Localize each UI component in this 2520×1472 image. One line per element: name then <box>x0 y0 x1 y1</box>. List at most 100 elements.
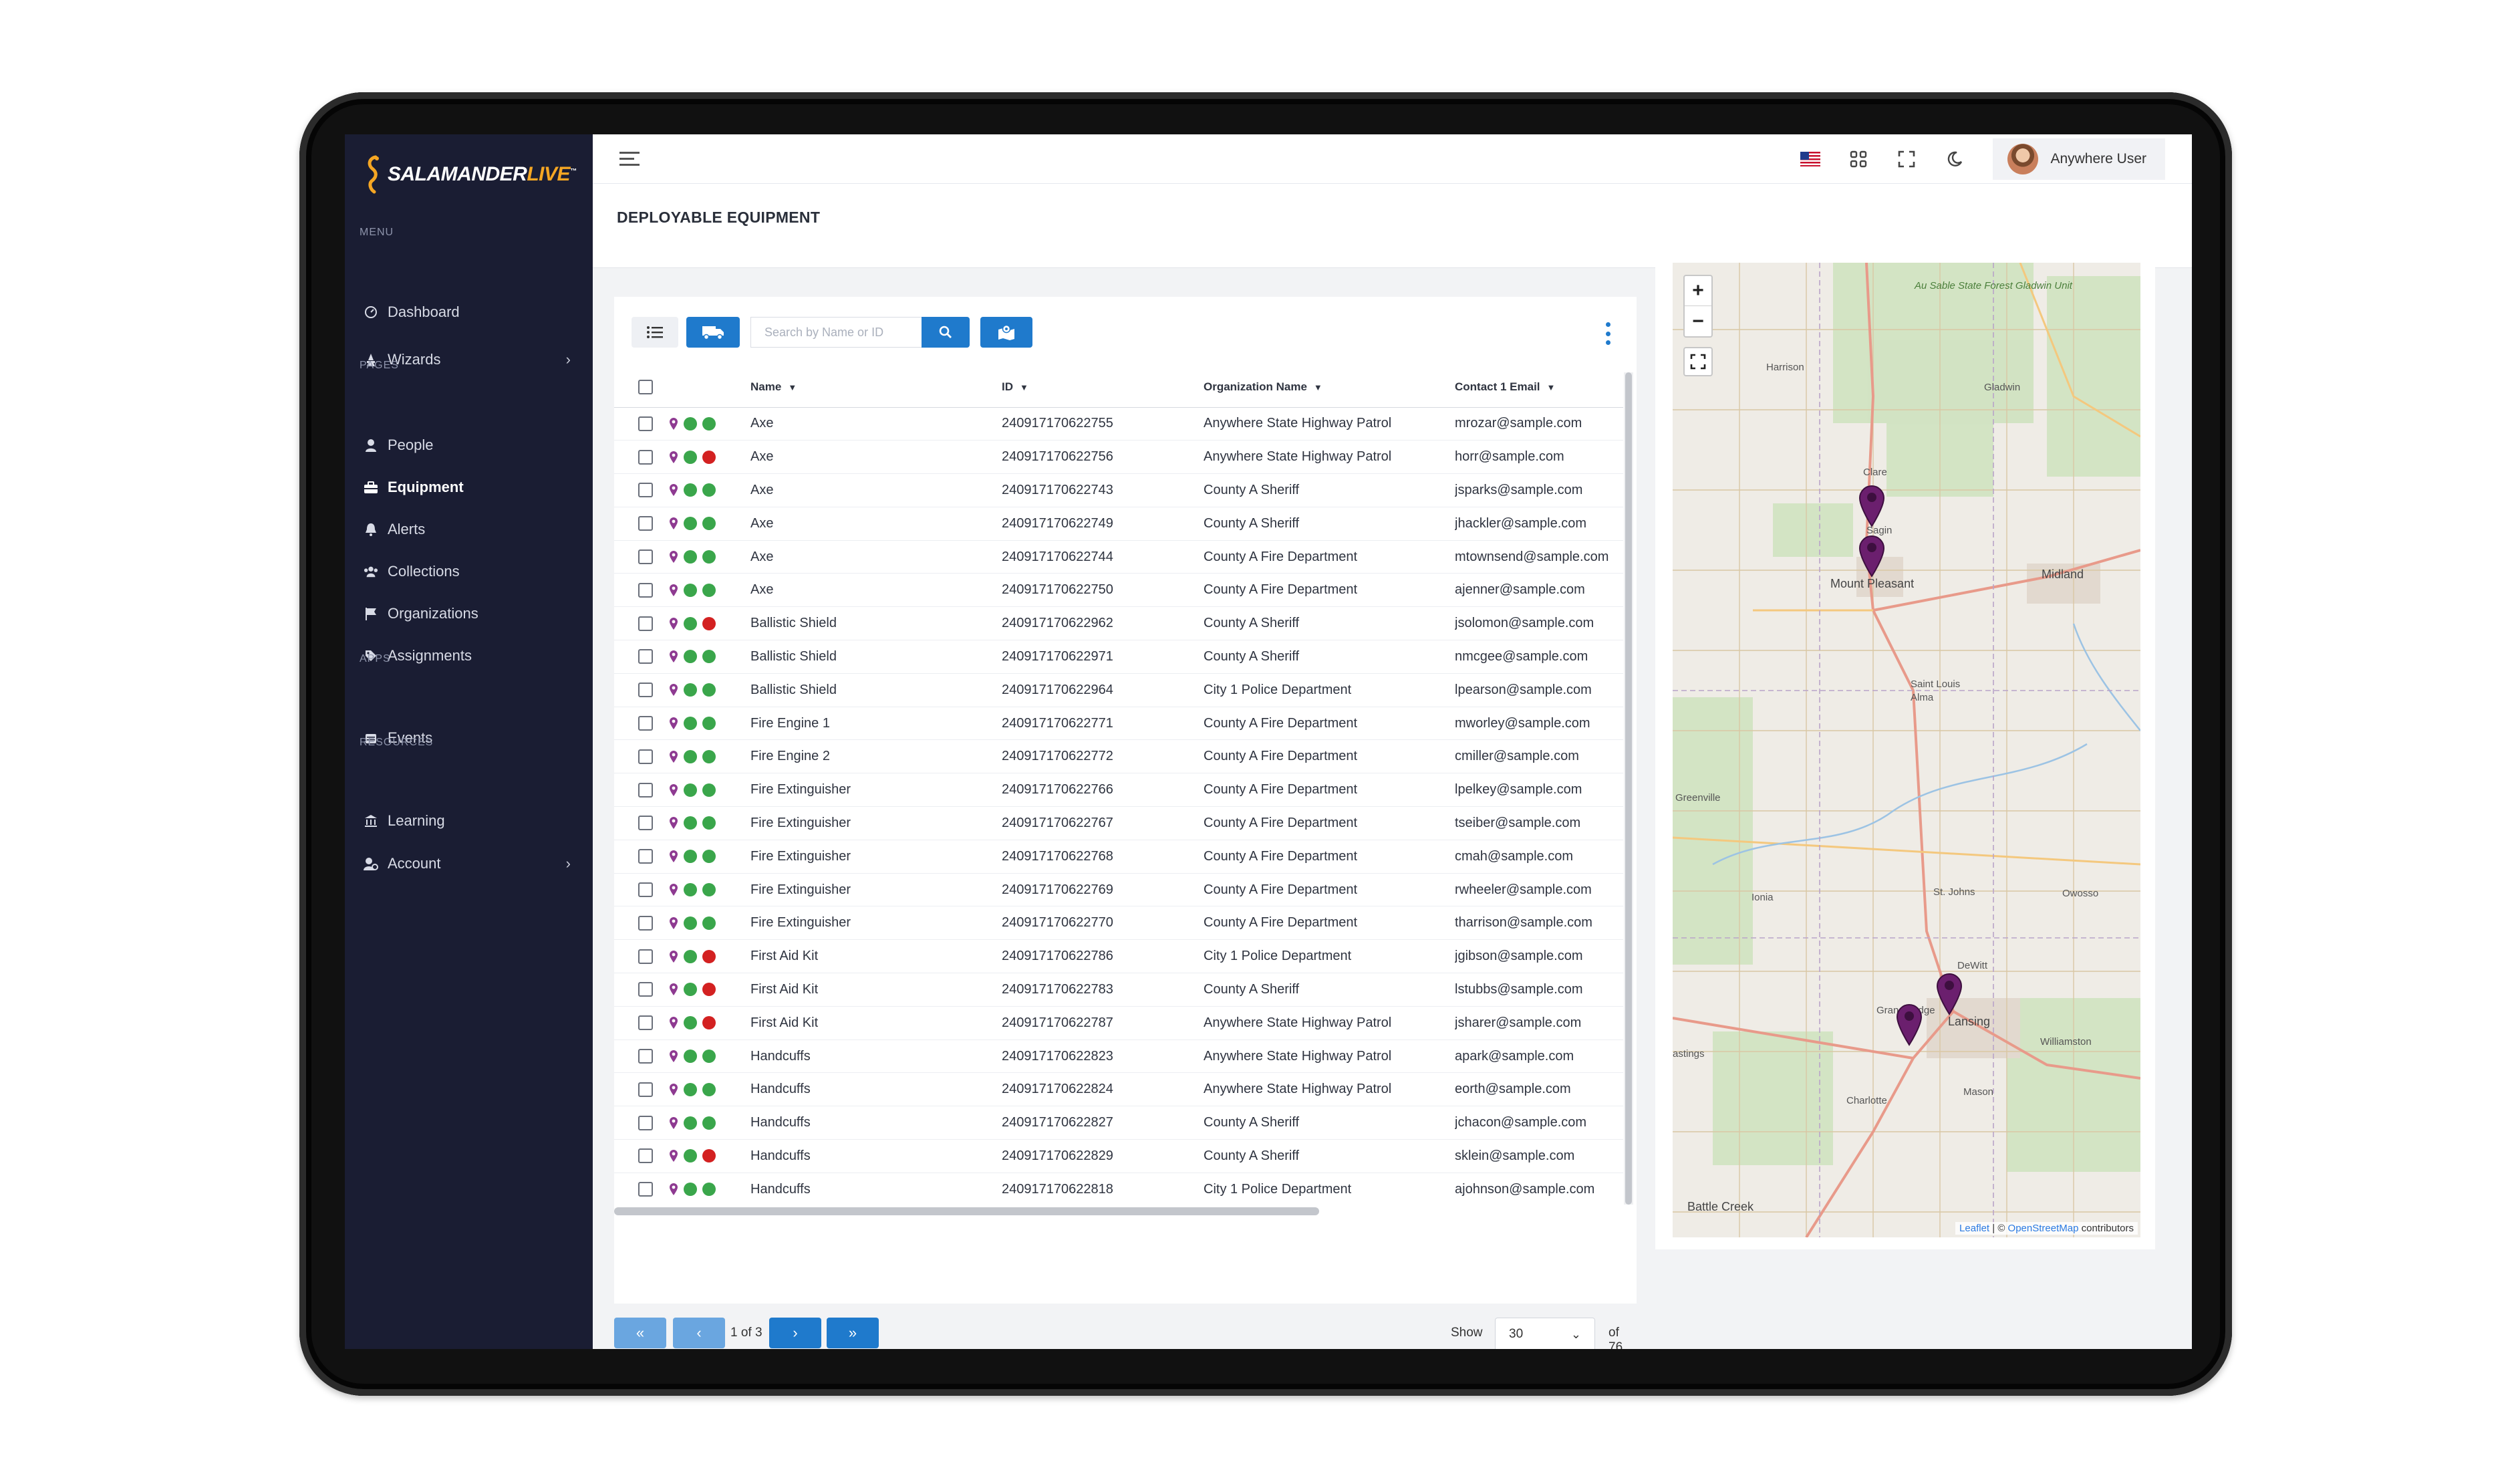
table-row[interactable]: Axe 240917170622749 County A Sheriff jhackl… <box>614 507 1623 541</box>
horizontal-scrollbar[interactable] <box>614 1206 1637 1217</box>
table-row[interactable]: Ballistic Shield 240917170622964 City 1 Po… <box>614 673 1623 707</box>
leaflet-link[interactable]: Leaflet <box>1959 1223 1989 1234</box>
brand-logo[interactable]: SALAMANDERLIVE™ <box>364 154 577 195</box>
row-checkbox[interactable] <box>638 416 653 431</box>
row-checkbox[interactable] <box>638 516 653 531</box>
row-checkbox[interactable] <box>638 483 653 498</box>
row-checkbox[interactable] <box>638 1182 653 1197</box>
location-pin-icon[interactable] <box>669 683 678 697</box>
menu-toggle-icon[interactable] <box>619 150 640 168</box>
column-header-id[interactable]: ID ▼ <box>1002 367 1204 408</box>
row-checkbox[interactable] <box>638 716 653 731</box>
row-checkbox[interactable] <box>638 1115 653 1130</box>
next-page-button[interactable]: › <box>769 1318 821 1348</box>
sidebar-item-account[interactable]: Account › <box>364 850 577 877</box>
table-row[interactable]: Handcuffs 240917170622818 City 1 Police De… <box>614 1173 1623 1206</box>
table-row[interactable]: Fire Engine 1 240917170622771 County A Fir… <box>614 707 1623 741</box>
location-pin-icon[interactable] <box>669 850 678 863</box>
sidebar-item-learning[interactable]: Learning <box>364 808 577 834</box>
page-size-select[interactable]: 30 ⌄ <box>1495 1318 1595 1349</box>
prev-page-button[interactable]: ‹ <box>673 1318 725 1348</box>
location-pin-icon[interactable] <box>669 1016 678 1029</box>
row-checkbox[interactable] <box>638 982 653 997</box>
list-view-button[interactable] <box>632 317 678 348</box>
row-checkbox[interactable] <box>638 616 653 631</box>
sidebar-item-assignments[interactable]: Assignments <box>364 642 577 669</box>
zoom-in-button[interactable]: + <box>1685 276 1711 306</box>
equipment-map[interactable]: Au Sable State Forest Gladwin Unit Harri… <box>1673 263 2140 1237</box>
equipment-marker[interactable] <box>1895 1002 1924 1046</box>
equipment-marker[interactable] <box>1935 971 1964 1015</box>
location-pin-icon[interactable] <box>669 1083 678 1096</box>
fullscreen-icon[interactable] <box>1897 149 1917 169</box>
row-checkbox[interactable] <box>638 549 653 565</box>
location-pin-icon[interactable] <box>669 950 678 963</box>
sidebar-item-collections[interactable]: Collections <box>364 558 577 585</box>
vertical-scrollbar[interactable] <box>1624 372 1633 1205</box>
row-checkbox[interactable] <box>638 582 653 598</box>
location-pin-icon[interactable] <box>669 517 678 530</box>
sidebar-item-equipment[interactable]: Equipment <box>364 474 577 501</box>
location-pin-icon[interactable] <box>669 1050 678 1063</box>
us-flag-icon[interactable] <box>1800 149 1821 169</box>
table-row[interactable]: Fire Extinguisher 240917170622767 County A… <box>614 806 1623 840</box>
user-menu[interactable]: Anywhere User <box>1993 138 2165 180</box>
location-pin-icon[interactable] <box>669 783 678 797</box>
row-checkbox[interactable] <box>638 1082 653 1097</box>
osm-link[interactable]: OpenStreetMap <box>2008 1223 2079 1234</box>
location-pin-icon[interactable] <box>669 750 678 763</box>
table-row[interactable]: Axe 240917170622755 Anywhere State Highway… <box>614 407 1623 441</box>
last-page-button[interactable]: » <box>827 1318 879 1348</box>
location-pin-icon[interactable] <box>669 883 678 896</box>
row-checkbox[interactable] <box>638 882 653 898</box>
more-options-icon[interactable] <box>1604 322 1611 345</box>
table-row[interactable]: First Aid Kit 240917170622783 County A She… <box>614 973 1623 1007</box>
table-row[interactable]: Ballistic Shield 240917170622962 County A … <box>614 606 1623 641</box>
table-row[interactable]: Handcuffs 240917170622829 County A Sheriff… <box>614 1139 1623 1173</box>
table-row[interactable]: Fire Extinguisher 240917170622766 County A… <box>614 773 1623 808</box>
moon-icon[interactable] <box>1945 149 1965 169</box>
table-row[interactable]: Handcuffs 240917170622824 Anywhere State H… <box>614 1072 1623 1107</box>
map-view-button[interactable] <box>980 317 1032 348</box>
table-row[interactable]: Fire Extinguisher 240917170622768 County A… <box>614 840 1623 874</box>
location-pin-icon[interactable] <box>669 1149 678 1162</box>
row-checkbox[interactable] <box>638 449 653 465</box>
row-checkbox[interactable] <box>638 749 653 764</box>
row-checkbox[interactable] <box>638 683 653 698</box>
location-pin-icon[interactable] <box>669 816 678 830</box>
location-pin-icon[interactable] <box>669 584 678 597</box>
table-row[interactable]: Fire Extinguisher 240917170622770 County A… <box>614 906 1623 941</box>
zoom-out-button[interactable]: − <box>1685 306 1711 336</box>
search-button[interactable] <box>922 317 970 348</box>
sidebar-item-dashboard[interactable]: Dashboard <box>364 299 577 326</box>
table-row[interactable]: Ballistic Shield 240917170622971 County A … <box>614 640 1623 674</box>
column-header-name[interactable]: Name ▼ <box>750 367 1002 408</box>
table-row[interactable]: Axe 240917170622750 County A Fire Departme… <box>614 573 1623 608</box>
sidebar-item-alerts[interactable]: Alerts <box>364 516 577 543</box>
sidebar-item-organizations[interactable]: Organizations <box>364 600 577 627</box>
location-pin-icon[interactable] <box>669 483 678 497</box>
equipment-marker[interactable] <box>1857 483 1886 527</box>
row-checkbox[interactable] <box>638 915 653 931</box>
apps-grid-icon[interactable] <box>1848 149 1868 169</box>
location-pin-icon[interactable] <box>669 417 678 431</box>
row-checkbox[interactable] <box>638 782 653 798</box>
location-pin-icon[interactable] <box>669 916 678 930</box>
row-checkbox[interactable] <box>638 1015 653 1031</box>
table-row[interactable]: Handcuffs 240917170622823 Anywhere State H… <box>614 1039 1623 1074</box>
row-checkbox[interactable] <box>638 816 653 831</box>
equipment-marker[interactable] <box>1857 533 1886 578</box>
sidebar-item-people[interactable]: People <box>364 432 577 459</box>
table-row[interactable]: Axe 240917170622756 Anywhere State Highway… <box>614 440 1623 475</box>
location-pin-icon[interactable] <box>669 451 678 464</box>
row-checkbox[interactable] <box>638 949 653 964</box>
search-input[interactable] <box>750 317 922 348</box>
column-header-org[interactable]: Organization Name ▼ <box>1204 367 1455 408</box>
row-checkbox[interactable] <box>638 849 653 864</box>
table-row[interactable]: Axe 240917170622743 County A Sheriff jspark… <box>614 473 1623 507</box>
table-row[interactable]: Handcuffs 240917170622827 County A Sheriff… <box>614 1106 1623 1140</box>
location-pin-icon[interactable] <box>669 1183 678 1196</box>
equipment-view-button[interactable] <box>686 317 740 348</box>
row-checkbox[interactable] <box>638 1148 653 1164</box>
select-all-checkbox[interactable] <box>638 379 653 394</box>
